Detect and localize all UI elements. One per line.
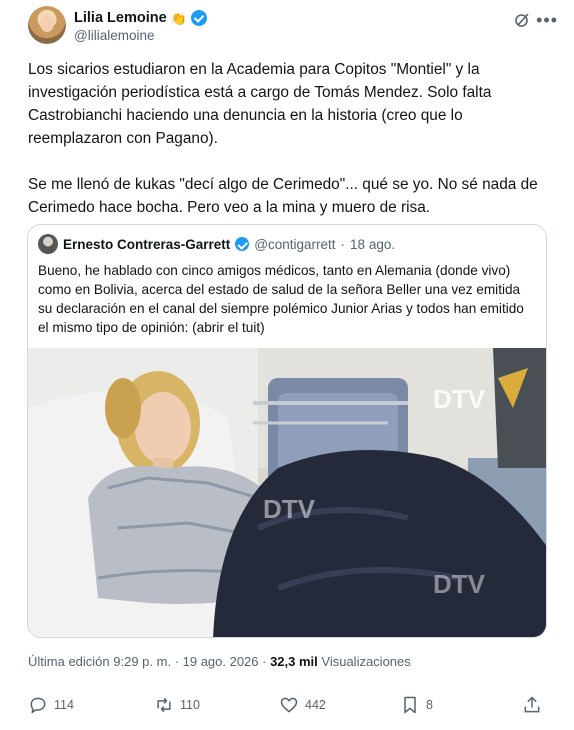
repost-count: 110	[180, 698, 200, 712]
quoted-header: Ernesto Contreras-Garrett @contigarrett …	[38, 234, 395, 254]
verified-icon	[190, 10, 207, 26]
edited-timestamp[interactable]: Última edición 9:29 p. m. · 19 ago. 2026…	[28, 654, 270, 669]
share-icon	[524, 696, 540, 713]
quoted-tweet[interactable]: Ernesto Contreras-Garrett @contigarrett …	[27, 224, 547, 638]
reply-count: 114	[54, 698, 74, 712]
hospital-photo: DTV DTV DTV	[28, 348, 546, 637]
like-button[interactable]: 442	[279, 695, 326, 715]
quoted-verified-icon	[235, 237, 250, 251]
views-label: Visualizaciones	[317, 654, 411, 669]
like-icon	[280, 697, 298, 713]
like-count: 442	[305, 698, 326, 712]
tweet-meta: Última edición 9:29 p. m. · 19 ago. 2026…	[28, 654, 411, 669]
quoted-separator: ·	[340, 236, 346, 252]
grok-icon[interactable]	[514, 12, 530, 28]
more-icon[interactable]: •••	[536, 10, 558, 31]
quoted-handle: @contigarrett	[254, 236, 336, 252]
bookmark-icon	[404, 696, 416, 714]
tweet-paragraph-2: Se me llenó de kukas "decí algo de Cerim…	[28, 176, 538, 216]
tweet-text: Los sicarios estudiaron en la Academia p…	[28, 58, 548, 219]
quoted-avatar	[38, 234, 58, 254]
quoted-media-image[interactable]: DTV DTV DTV	[28, 348, 546, 637]
quoted-display-name: Ernesto Contreras-Garrett	[63, 236, 231, 252]
watermark-top: DTV	[433, 384, 486, 414]
repost-button[interactable]: 110	[154, 695, 200, 715]
author-emoji: 👏	[170, 10, 187, 26]
action-bar: 114 110 442 8	[28, 695, 542, 721]
reply-icon	[30, 697, 46, 714]
bookmark-button[interactable]: 8	[400, 695, 433, 715]
watermark-middle: DTV	[263, 494, 316, 524]
author-handle[interactable]: @lilialemoine	[74, 28, 155, 43]
watermark-bottom: DTV	[433, 569, 486, 599]
author-avatar[interactable]	[28, 6, 66, 44]
author-name-row: Lilia Lemoine 👏	[74, 10, 207, 26]
reply-button[interactable]: 114	[28, 695, 74, 715]
tweet-paragraph-1: Los sicarios estudiaron en la Academia p…	[28, 61, 492, 147]
quoted-date: 18 ago.	[350, 236, 396, 252]
author-display-name[interactable]: Lilia Lemoine	[74, 10, 167, 26]
share-button[interactable]	[522, 695, 542, 715]
tweet-header: Lilia Lemoine 👏 @lilialemoine •••	[28, 4, 558, 44]
repost-icon	[157, 697, 171, 713]
bookmark-count: 8	[426, 698, 433, 712]
quoted-text: Bueno, he hablado con cinco amigos médic…	[38, 263, 524, 335]
views-count: 32,3 mil	[270, 654, 318, 669]
